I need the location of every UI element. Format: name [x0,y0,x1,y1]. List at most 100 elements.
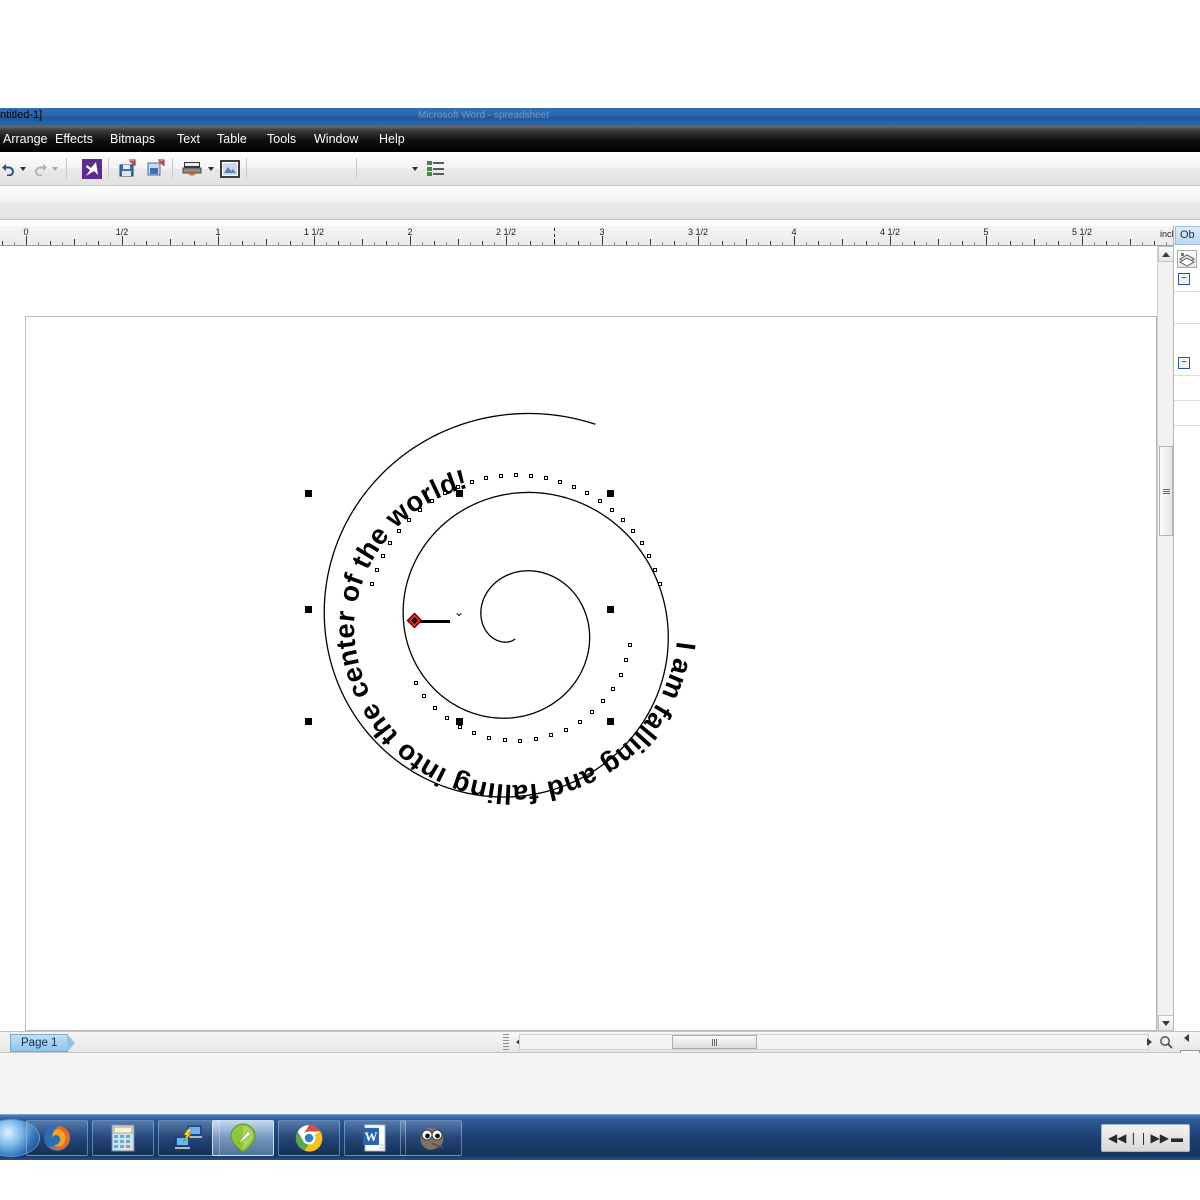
taskbar-item-coreldraw[interactable] [212,1120,274,1156]
media-previous-button[interactable]: ◀◀ [1108,1132,1126,1144]
taskbar-item-gimp[interactable] [400,1120,462,1156]
text-node-handle[interactable] [369,581,374,586]
text-node-handle[interactable] [413,681,418,685]
text-node-handle[interactable] [653,567,658,572]
text-node-handle[interactable] [647,554,652,558]
docker-tab-object[interactable]: Ob [1175,226,1200,244]
scroll-right-button[interactable] [1141,1034,1157,1050]
text-node-handle[interactable] [487,735,492,740]
text-node-handle[interactable] [514,473,518,477]
text-node-handle[interactable] [564,727,569,732]
text-node-handle[interactable] [406,517,411,522]
publish-pdf-button[interactable] [180,157,204,180]
horizontal-ruler[interactable]: 01/211 1/222 1/233 1/244 1/255 1/2 inche… [0,226,1200,246]
text-node-handle[interactable] [380,554,385,558]
artistic-text-on-spiral[interactable]: I am falling and falling into the center… [281,377,751,847]
text-node-handle[interactable] [543,475,548,480]
text-node-handle[interactable] [601,699,606,704]
text-node-handle[interactable] [457,724,462,729]
text-node-handle[interactable] [429,498,434,503]
publish-pdf-dropdown[interactable] [206,165,215,173]
redo-dropdown[interactable] [50,165,59,173]
text-node-handle[interactable] [610,686,615,691]
taskbar-item-chrome[interactable] [278,1120,340,1156]
text-node-handle[interactable] [388,541,393,546]
redo-button[interactable] [28,157,52,180]
text-node-handle[interactable] [577,719,582,724]
text-node-handle[interactable] [442,491,447,496]
menu-help[interactable]: Help [376,130,408,148]
horizontal-scrollbar-thumb[interactable] [672,1035,757,1049]
text-node-handle[interactable] [630,529,635,534]
text-node-handle[interactable] [422,694,427,699]
menu-bitmaps[interactable]: Bitmaps [107,130,158,148]
new-layer-icon[interactable] [1177,250,1197,268]
selection-handle-w[interactable] [305,606,312,613]
zoom-to-page-button[interactable] [1157,1033,1175,1051]
text-node-handle[interactable] [610,507,615,512]
application-launcher-button[interactable] [218,157,242,180]
snap-to-dropdown[interactable] [410,165,419,173]
text-node-handle[interactable] [621,517,626,522]
layer-expander-1[interactable]: − [1178,273,1190,285]
text-node-handle[interactable] [549,733,554,738]
text-node-handle[interactable] [639,541,644,546]
docker-scroll-left-button[interactable] [1178,1030,1194,1046]
horizontal-scrollbar[interactable] [519,1034,1149,1050]
text-node-handle[interactable] [590,710,595,715]
drawing-canvas[interactable]: I am falling and falling into the center… [0,246,1157,1031]
text-node-handle[interactable] [618,673,623,678]
taskbar-item-word[interactable]: W [344,1120,406,1156]
layer-expander-2[interactable]: − [1178,357,1190,369]
menu-table[interactable]: Table [214,130,250,148]
system-tray-media-controls[interactable]: ◀◀ ❘❘ ▶▶ ▬ [1100,1124,1190,1152]
text-node-handle[interactable] [598,498,603,503]
text-node-handle[interactable] [484,475,489,480]
import-button[interactable] [116,157,140,180]
text-node-handle[interactable] [397,529,402,534]
text-node-handle[interactable] [624,658,629,663]
page-tab-1[interactable]: Page 1 [10,1034,76,1052]
taskbar-item-calculator[interactable] [92,1120,154,1156]
options-button[interactable] [424,157,448,180]
taskbar-item-firefox[interactable] [26,1120,88,1156]
selection-handle-e[interactable] [607,606,614,613]
text-node-handle[interactable] [499,473,504,478]
text-node-handle[interactable] [628,643,633,648]
menu-text[interactable]: Text [174,130,203,148]
text-node-handle[interactable] [417,507,422,512]
menu-tools[interactable]: Tools [264,130,299,148]
media-next-button[interactable]: ▶▶ [1151,1132,1169,1144]
menu-effects[interactable]: Effects [52,130,96,148]
media-stop-button[interactable]: ▬ [1171,1132,1183,1144]
scroll-up-button[interactable] [1158,246,1174,262]
text-node-handle[interactable] [558,479,563,484]
pagebar-splitter-grip[interactable] [503,1034,509,1050]
text-node-handle[interactable] [534,737,539,742]
text-node-handle[interactable] [374,567,379,572]
page-sheet[interactable]: I am falling and falling into the center… [25,316,1157,1031]
text-node-handle[interactable] [469,479,474,484]
taskbar-item-network[interactable] [158,1120,220,1156]
undo-dropdown[interactable] [18,165,27,173]
selection-handle-se[interactable] [607,718,614,725]
text-node-handle[interactable] [502,738,507,743]
text-node-handle[interactable] [432,705,437,710]
window-titlebar[interactable]: ntitled-1] Microsoft Word - spreadsheet [0,108,1200,126]
vertical-scrollbar-thumb[interactable] [1159,446,1173,536]
object-manager-docker[interactable]: Ob − − [1173,226,1200,1031]
text-node-handle[interactable] [585,491,590,496]
text-node-handle[interactable] [444,716,449,721]
selection-handle-nw[interactable] [305,490,312,497]
menu-arrange[interactable]: Arrange [0,130,50,148]
menu-window[interactable]: Window [311,130,361,148]
text-node-handle[interactable] [518,738,523,743]
text-node-handle[interactable] [455,484,460,489]
text-node-handle[interactable] [472,731,477,736]
selection-handle-ne[interactable] [607,490,614,497]
scroll-down-button[interactable] [1158,1015,1174,1031]
text-node-handle[interactable] [572,484,577,489]
cut-button[interactable] [80,157,104,180]
vertical-scrollbar[interactable] [1157,246,1174,1031]
media-pause-button[interactable]: ❘❘ [1128,1132,1148,1144]
